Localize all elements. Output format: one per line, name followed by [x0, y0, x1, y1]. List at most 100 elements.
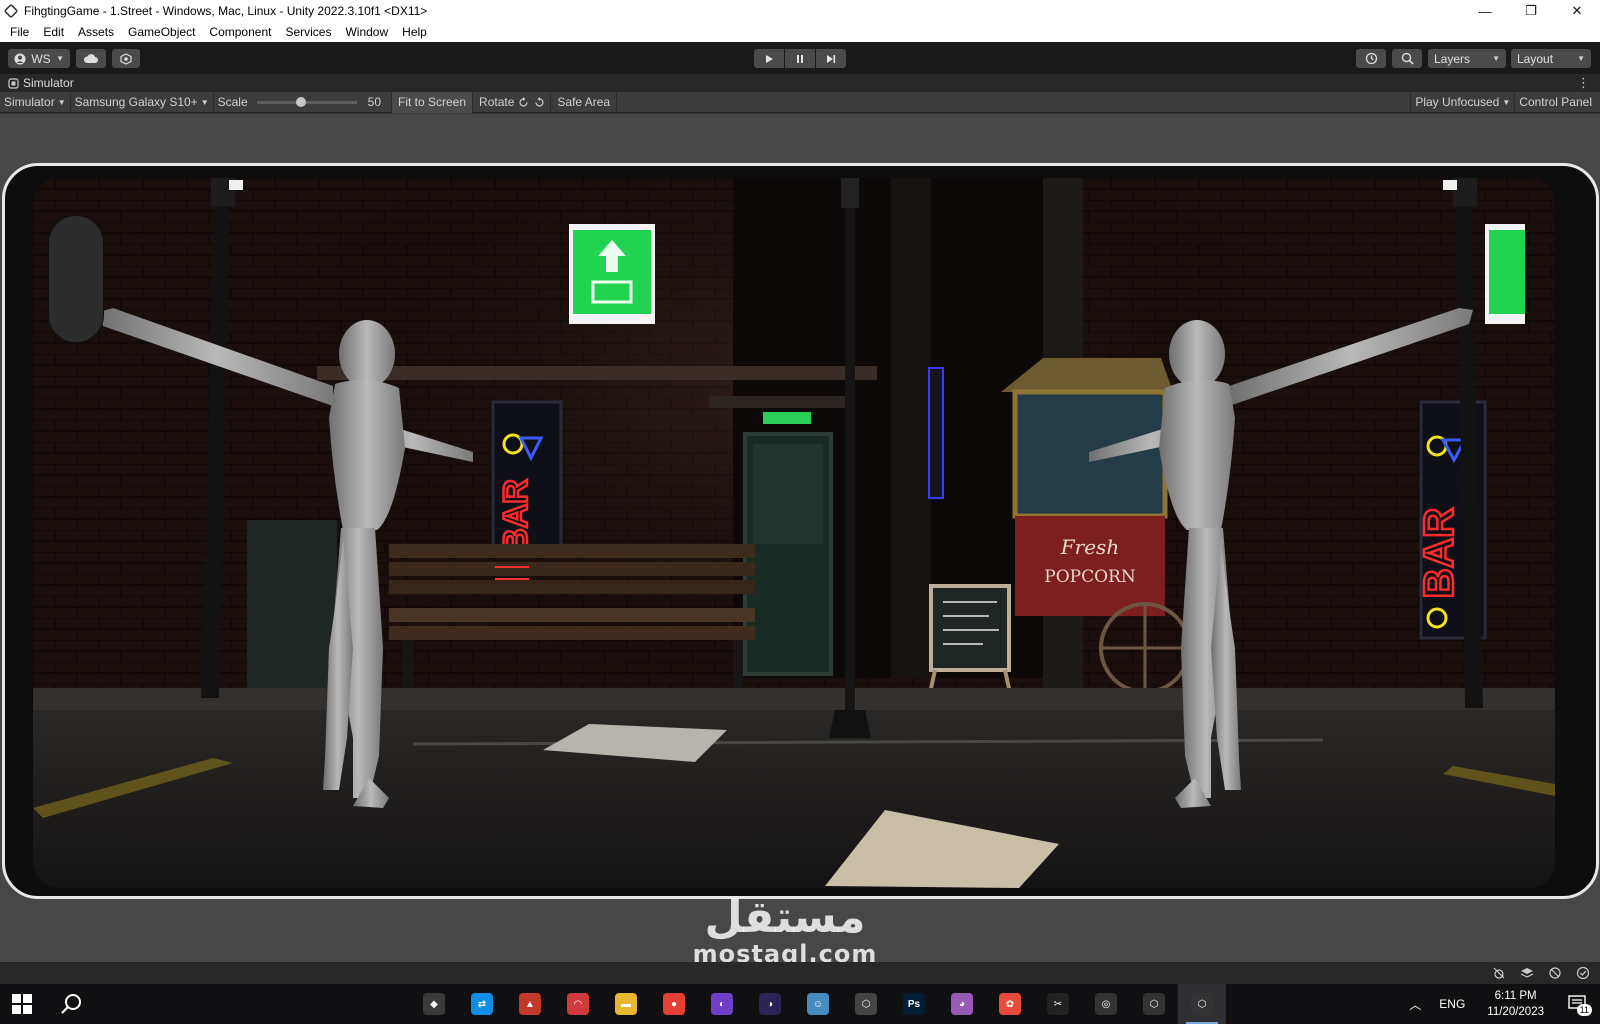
step-icon	[827, 54, 836, 63]
layers-stack-icon[interactable]	[1520, 966, 1534, 980]
taskbar-search-icon[interactable]	[60, 992, 84, 1016]
neon-strip	[928, 367, 944, 499]
taskbar-app-github[interactable]: ◐	[698, 984, 746, 1024]
step-button[interactable]	[816, 49, 846, 68]
windows-taskbar: ◆ ⇄ ▲ ◠ ▬ ● ◐ ◑ ☺ ⬡ Ps ◕ ✿ ✂ ◎ ⬡ ⬡ ︿ ENG 6:11 PM 11/20/2…	[0, 984, 1600, 1024]
layers-dropdown[interactable]: Layers ▼	[1428, 49, 1506, 68]
debug-icon[interactable]	[1492, 966, 1506, 980]
taskbar-app-eclipse[interactable]: ◑	[746, 984, 794, 1024]
safe-area-toggle[interactable]: Safe Area	[551, 91, 618, 113]
svg-text:BAR: BAR	[1415, 508, 1462, 599]
menu-assets[interactable]: Assets	[71, 22, 121, 42]
simulator-viewport: BAR BAR Fresh POPCORN	[0, 114, 1600, 962]
rotate-control: Rotate	[473, 91, 552, 113]
view-mode-dropdown[interactable]: Simulator ▼	[0, 91, 71, 113]
menu-edit[interactable]: Edit	[36, 22, 71, 42]
cloud-button[interactable]	[76, 49, 106, 68]
play-mode-dropdown[interactable]: Play Unfocused ▼	[1410, 91, 1516, 113]
app-color-icon: ◕	[951, 993, 973, 1015]
account-dropdown[interactable]: WS ▼	[8, 49, 70, 68]
history-button[interactable]	[1356, 49, 1386, 68]
camera-cutout	[48, 215, 104, 343]
taskbar-app-obs[interactable]: ◎	[1082, 984, 1130, 1024]
app-arc-icon: ◠	[567, 993, 589, 1015]
unity-editor-icon: ⬡	[1191, 993, 1213, 1015]
system-tray: ︿ ENG 6:11 PM 11/20/2023 11	[1401, 984, 1600, 1024]
exit-sign-right	[1485, 224, 1525, 324]
app-wheel-icon: ✿	[999, 993, 1021, 1015]
account-icon	[14, 53, 26, 64]
taskbar-app-photoshop[interactable]: Ps	[890, 984, 938, 1024]
scale-slider[interactable]	[256, 96, 357, 107]
taskbar-app-app-red[interactable]: ▲	[506, 984, 554, 1024]
taskbar-app-app-wheel[interactable]: ✿	[986, 984, 1034, 1024]
neon-bar-sign-left: BAR	[491, 400, 563, 554]
chevron-down-icon: ▼	[57, 97, 66, 107]
small-exit-sign	[763, 412, 811, 424]
layers-label: Layers	[1434, 51, 1471, 66]
simulator-toolbar-right: Play Unfocused ▼ Control Panel	[1410, 91, 1600, 113]
window-title: FihgtingGame - 1.Street - Windows, Mac, …	[24, 4, 428, 18]
account-label: WS	[31, 51, 51, 66]
pause-button[interactable]	[785, 49, 815, 68]
clock[interactable]: 6:11 PM 11/20/2023	[1475, 988, 1556, 1020]
taskbar-app-app-color[interactable]: ◕	[938, 984, 986, 1024]
pause-icon	[797, 54, 803, 63]
taskbar-app-capcut[interactable]: ✂	[1034, 984, 1082, 1024]
unity-2-icon: ⬡	[1143, 993, 1165, 1015]
taskbar-app-file-explorer[interactable]: ▬	[602, 984, 650, 1024]
exit-sign	[569, 224, 655, 324]
watermark: مستقل mostaql.com	[690, 894, 880, 967]
scale-slider-handle[interactable]	[295, 96, 306, 107]
menu-help[interactable]: Help	[395, 22, 434, 42]
taskbar-app-app-arc[interactable]: ◠	[554, 984, 602, 1024]
search-button[interactable]	[1392, 49, 1422, 68]
menu-window[interactable]: Window	[338, 22, 395, 42]
network-icon[interactable]	[1548, 966, 1562, 980]
inkscape-icon: ◆	[423, 993, 445, 1015]
minimize-button[interactable]: —	[1462, 0, 1508, 22]
control-panel-button[interactable]: Control Panel	[1515, 92, 1600, 113]
road	[33, 710, 1555, 888]
taskbar-app-unity-2[interactable]: ⬡	[1130, 984, 1178, 1024]
fit-to-screen-button[interactable]: Fit to Screen	[392, 91, 474, 113]
photoshop-icon: Ps	[903, 993, 925, 1015]
layout-dropdown[interactable]: Layout ▼	[1511, 49, 1591, 68]
file-explorer-icon: ▬	[615, 993, 637, 1015]
menu-services[interactable]: Services	[278, 22, 338, 42]
obs-icon: ◎	[1095, 993, 1117, 1015]
package-icon	[120, 52, 132, 65]
menu-component[interactable]: Component	[202, 22, 278, 42]
taskbar-app-inkscape[interactable]: ◆	[410, 984, 458, 1024]
scale-label: Scale	[217, 94, 248, 109]
check-circle-icon[interactable]	[1576, 966, 1590, 980]
taskbar-app-godot[interactable]: ☺	[794, 984, 842, 1024]
simulator-tab-bar: Simulator ⋮	[0, 74, 1600, 92]
tab-menu-icon[interactable]: ⋮	[1577, 74, 1590, 92]
collab-button[interactable]	[112, 49, 140, 68]
language-indicator[interactable]: ENG	[1429, 997, 1475, 1011]
taskbar-app-chrome[interactable]: ●	[650, 984, 698, 1024]
tab-simulator[interactable]: Simulator	[0, 76, 74, 90]
menu-file[interactable]: File	[3, 22, 36, 42]
taskbar-app-teamviewer[interactable]: ⇄	[458, 984, 506, 1024]
history-icon	[1365, 52, 1377, 65]
close-button[interactable]: ✕	[1554, 0, 1600, 22]
play-button[interactable]	[754, 49, 784, 68]
taskbar-app-unity-editor[interactable]: ⬡	[1178, 984, 1226, 1024]
maximize-button[interactable]: ❐	[1508, 0, 1554, 22]
menu-gameobject[interactable]: GameObject	[121, 22, 202, 42]
tab-simulator-label: Simulator	[23, 76, 74, 90]
taskbar-apps: ◆ ⇄ ▲ ◠ ▬ ● ◐ ◑ ☺ ⬡ Ps ◕ ✿ ✂ ◎ ⬡ ⬡	[410, 984, 1226, 1024]
svg-text:POPCORN: POPCORN	[1044, 567, 1136, 587]
start-button[interactable]	[12, 994, 32, 1014]
notification-count: 11	[1576, 1004, 1592, 1016]
notification-center-button[interactable]: 11	[1556, 984, 1600, 1024]
game-view[interactable]: BAR BAR Fresh POPCORN	[33, 178, 1555, 888]
device-dropdown[interactable]: Samsung Galaxy S10+ ▼	[71, 91, 214, 113]
rotate-right-icon[interactable]	[533, 96, 546, 109]
taskbar-app-unity-hub[interactable]: ⬡	[842, 984, 890, 1024]
tray-expand-icon[interactable]: ︿	[1401, 996, 1429, 1013]
clock-time: 6:11 PM	[1494, 990, 1537, 1002]
rotate-left-icon[interactable]	[517, 96, 530, 109]
